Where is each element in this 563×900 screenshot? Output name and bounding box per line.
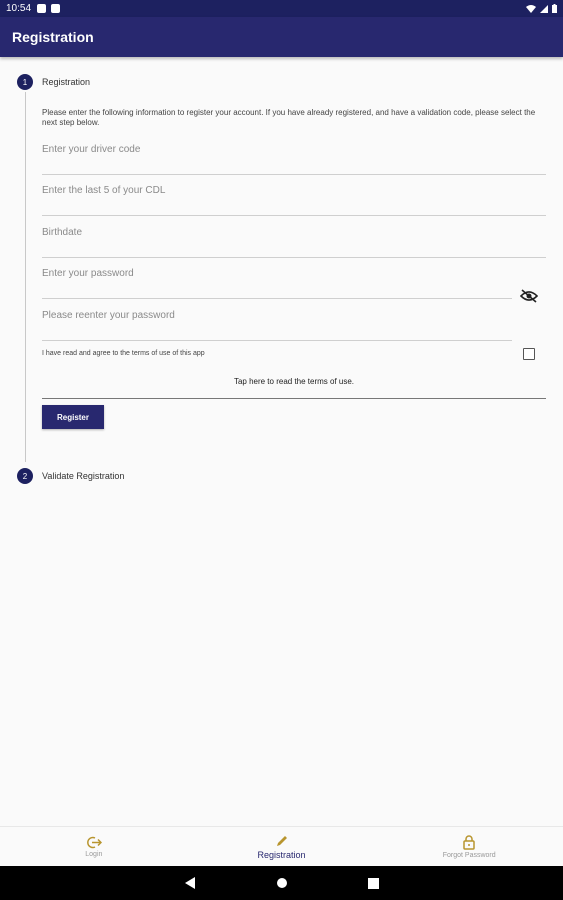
nav-label-login: Login [85,851,103,858]
reenter-password-input[interactable] [42,310,512,321]
birthdate-input[interactable] [42,227,546,238]
lock-icon [463,835,475,850]
recents-icon[interactable] [368,877,379,889]
step-2-indicator[interactable]: 2 [17,468,33,484]
driver-code-field[interactable] [42,144,546,175]
pencil-icon [276,836,287,846]
cdl-field[interactable] [42,185,546,216]
birthdate-field[interactable] [42,227,546,258]
wifi-icon [526,4,536,13]
status-indicators [526,4,557,13]
nav-item-registration[interactable]: Registration [188,827,376,867]
login-icon [86,836,102,849]
status-time: 10:54 [6,3,32,14]
system-navigation-bar [0,866,563,900]
step-1-indicator[interactable]: 1 [17,74,33,90]
nav-item-login[interactable]: Login [0,827,188,867]
password-field[interactable] [42,268,512,299]
sim-icon [51,4,61,13]
battery-icon [552,4,557,13]
driver-code-input[interactable] [42,144,546,155]
stepper-line [25,92,26,462]
reenter-password-field[interactable] [42,310,512,341]
nav-item-forgot-password[interactable]: Forgot Password [375,827,563,867]
bottom-navigation: Login Registration Forgot Password [0,826,563,867]
back-icon[interactable] [184,877,196,889]
home-icon[interactable] [276,877,288,889]
eye-off-icon[interactable] [520,289,538,303]
nav-label-registration: Registration [257,850,306,860]
status-bar: 10:54 [0,0,563,17]
terms-of-use-link[interactable]: Tap here to read the terms of use. [42,377,546,399]
registration-instructions: Please enter the following information t… [42,108,536,127]
page-title: Registration [12,29,94,45]
cdl-input[interactable] [42,185,546,196]
app-bar: Registration [0,17,563,57]
nav-label-forgot-password: Forgot Password [442,852,496,859]
notification-icon [37,4,47,13]
terms-agreement-label: I have read and agree to the terms of us… [42,350,205,357]
signal-icon [540,4,548,13]
step-1-title[interactable]: Registration [42,77,90,87]
password-input[interactable] [42,268,512,279]
register-button[interactable]: Register [42,405,104,429]
terms-checkbox[interactable] [523,348,535,360]
step-2-title[interactable]: Validate Registration [42,471,124,481]
